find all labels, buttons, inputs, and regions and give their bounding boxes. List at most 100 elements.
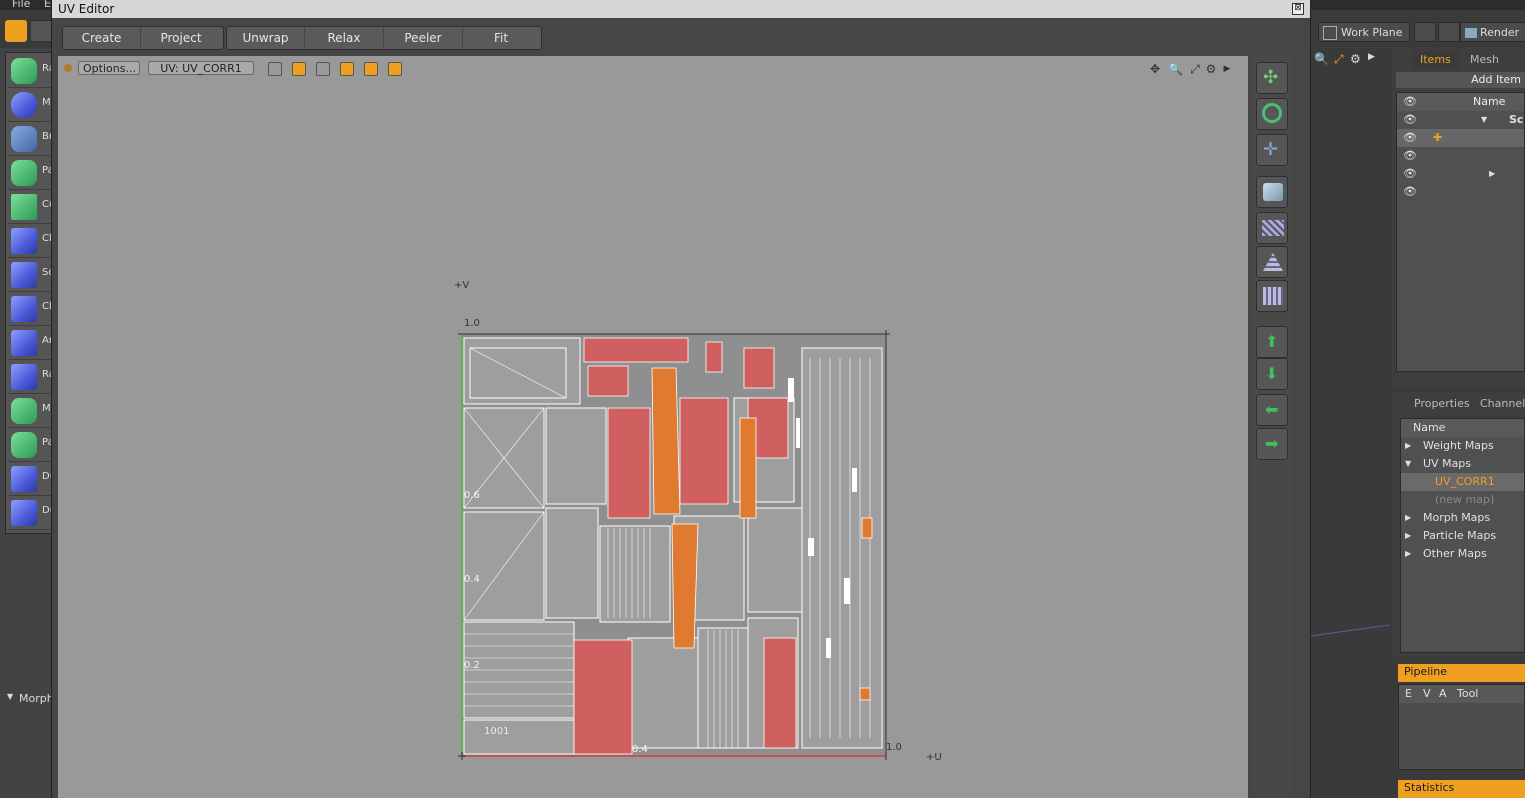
tool-mirror[interactable]: M (8, 89, 53, 122)
tool-curve-extrude[interactable]: Cu (8, 191, 55, 224)
close-icon[interactable]: ⊠ (1292, 3, 1304, 15)
tool-radial-array[interactable]: Ra (8, 361, 55, 394)
gear-icon[interactable]: ⚙ (1350, 52, 1361, 66)
globe-button[interactable] (1438, 22, 1460, 42)
tool-array[interactable]: Ar (8, 327, 53, 360)
relax-button[interactable]: Relax (305, 27, 384, 49)
locator-icon: ✚ (1433, 131, 1443, 144)
tree-other-maps[interactable]: ▶ Other Maps (1401, 545, 1524, 563)
uv-sphere-button[interactable] (1256, 280, 1288, 312)
item-row-directional-light[interactable]: 👁 ▶ (1397, 165, 1524, 183)
viewport-menu-dot-icon[interactable] (64, 64, 72, 72)
add-item-label: Add Item (1471, 73, 1521, 86)
menu-edit[interactable]: E (44, 0, 51, 10)
uv-viewport[interactable]: Options... UV: UV_CORR1 ✥ 🔍 ⤢ ⚙ ▶ +V +U (58, 56, 1248, 798)
move-down-button[interactable]: ⬇ (1256, 358, 1288, 390)
project-button[interactable]: Project (141, 27, 221, 49)
tool-bridge[interactable]: Br (8, 123, 53, 156)
tree-uv-corr1[interactable]: UV_CORR1 (1401, 473, 1524, 491)
show-seams-icon[interactable] (340, 62, 354, 76)
unwrap-button[interactable]: Unwrap (227, 27, 305, 49)
tool-path-generator[interactable]: Pa (8, 157, 54, 190)
component-mode-icon[interactable] (30, 20, 52, 42)
tool-clone[interactable]: Cl (8, 225, 53, 258)
tree-weight-maps[interactable]: ▶ Weight Maps (1401, 437, 1524, 455)
uv-grid-button[interactable] (1256, 246, 1288, 278)
play-arrow-icon[interactable]: ▶ (1368, 52, 1375, 62)
tool-scatter[interactable]: Sc (8, 259, 54, 292)
eye-icon[interactable]: 👁 (1403, 111, 1417, 129)
eye-icon[interactable]: 👁 (1403, 165, 1417, 183)
frame-icon[interactable] (268, 62, 282, 76)
tab-items[interactable]: Items (1412, 51, 1459, 69)
pipeline-header[interactable]: Pipeline (1398, 664, 1525, 682)
uv-editor-titlebar[interactable]: UV Editor ⊠ (52, 0, 1310, 18)
menu-file[interactable]: File (12, 0, 30, 10)
tree-label: Morph Maps (1423, 511, 1491, 524)
tool-label: M (42, 403, 51, 414)
tool-mesh-paint[interactable]: M (8, 395, 53, 428)
search-icon[interactable]: 🔍 (1314, 52, 1329, 66)
rotate-tool-button[interactable] (1256, 98, 1288, 130)
tool-duplicate-stack[interactable]: Du (8, 497, 56, 530)
add-item-button[interactable]: Add Item (1396, 72, 1525, 88)
transform-tool-button[interactable]: ✣ (1256, 62, 1288, 94)
tool-duplicate[interactable]: Du (8, 463, 56, 496)
render-label: Render (1480, 26, 1520, 39)
create-button[interactable]: Create (63, 27, 141, 49)
zoom-icon[interactable]: 🔍 (1168, 62, 1183, 76)
collapse-arrow-icon[interactable]: ▼ (1405, 455, 1411, 473)
checker-icon[interactable] (316, 62, 330, 76)
move-tool-button[interactable]: ✛ (1256, 134, 1288, 166)
snap-button[interactable] (1414, 22, 1436, 42)
tool-paint[interactable]: Pa (8, 429, 54, 462)
viewport-gear-icon[interactable]: ⚙ (1204, 62, 1218, 76)
tab-properties[interactable]: Properties (1406, 395, 1478, 413)
fit-view-icon[interactable]: ⤢ (1188, 62, 1202, 76)
tree-morph-maps[interactable]: ▶ Morph Maps (1401, 509, 1524, 527)
tree-uv-maps[interactable]: ▼ UV Maps (1401, 455, 1524, 473)
maximize-icon[interactable]: ⤢ (1334, 52, 1344, 67)
move-up-button[interactable]: ⬆ (1256, 326, 1288, 358)
morph-section[interactable]: ▼ Morph (5, 690, 54, 708)
expand-arrow-icon[interactable]: ▶ (1405, 437, 1411, 455)
expand-arrow-icon[interactable]: ▶ (1405, 545, 1411, 563)
tab-mesh-ops[interactable]: Mesh Ops (1462, 51, 1525, 84)
uv-plane-button[interactable] (1256, 212, 1288, 244)
show-overlap-icon[interactable] (364, 62, 378, 76)
options-button[interactable]: Options... (78, 61, 140, 75)
item-row-mesh[interactable]: 👁 ✚ (1397, 129, 1524, 147)
tab-channels[interactable]: Channels (1472, 395, 1525, 413)
item-row-camera[interactable]: 👁 (1397, 147, 1524, 165)
uv-cube-button[interactable] (1256, 176, 1288, 208)
tool-clone-cube[interactable]: Cl (8, 293, 53, 326)
fit-button[interactable]: Fit (463, 27, 539, 49)
eye-icon[interactable]: 👁 (1403, 183, 1417, 201)
expand-arrow-icon[interactable]: ▶ (1489, 165, 1495, 183)
eye-icon[interactable]: 👁 (1403, 129, 1417, 147)
statistics-header[interactable]: Statistics (1398, 780, 1525, 798)
work-plane-button[interactable]: Work Plane (1318, 22, 1410, 42)
uv-map-selector[interactable]: UV: UV_CORR1 (148, 61, 254, 75)
peeler-button[interactable]: Peeler (384, 27, 463, 49)
render-button[interactable]: Render (1460, 22, 1525, 42)
move-right-button[interactable]: ➡ (1256, 428, 1288, 460)
item-row-scene[interactable]: 👁 ▼ Sc (1397, 111, 1524, 129)
tree-new-map[interactable]: (new map) (1401, 491, 1524, 509)
texture-toggle-icon[interactable] (292, 62, 306, 76)
select-mode-icon[interactable] (5, 20, 27, 42)
uv-tile-canvas[interactable] (448, 318, 898, 766)
expand-arrow-icon[interactable]: ▼ (1481, 111, 1487, 129)
viewport-arrow-icon[interactable]: ▶ (1220, 62, 1234, 76)
eye-icon[interactable]: 👁 (1403, 147, 1417, 165)
tool-radial-sweep[interactable]: Ra (8, 55, 55, 88)
expand-arrow-icon[interactable]: ▶ (1405, 527, 1411, 545)
show-distortion-icon[interactable] (388, 62, 402, 76)
move-left-button[interactable]: ⬅ (1256, 394, 1288, 426)
tool-label: M (42, 97, 51, 108)
tree-particle-maps[interactable]: ▶ Particle Maps (1401, 527, 1524, 545)
expand-arrow-icon[interactable]: ▶ (1405, 509, 1411, 527)
pan-icon[interactable]: ✥ (1148, 62, 1162, 76)
name-column-header: Name (1473, 95, 1506, 108)
item-row-light[interactable]: 👁 (1397, 183, 1524, 201)
